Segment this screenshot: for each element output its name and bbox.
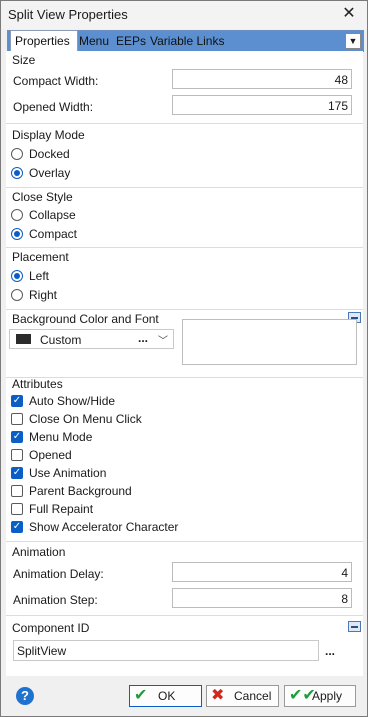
checkbox-show-accelerator-character-label: Show Accelerator Character	[29, 520, 179, 534]
radio-right[interactable]	[11, 289, 23, 301]
checkbox-parent-background-label: Parent Background	[29, 484, 132, 498]
checkbox-use-animation-label: Use Animation	[29, 466, 107, 480]
animation-heading: Animation	[12, 545, 66, 559]
divider	[6, 187, 363, 188]
compact-width-input[interactable]: 48	[172, 69, 352, 89]
cancel-button[interactable]: ✖ Cancel	[206, 685, 279, 707]
apply-button-label: Apply	[312, 689, 343, 703]
ok-button-label: OK	[158, 689, 176, 703]
cancel-x-icon: ✖	[211, 687, 225, 704]
radio-collapse[interactable]	[11, 209, 23, 221]
animation-step-label: Animation Step:	[13, 593, 98, 607]
divider	[6, 247, 363, 248]
background-color-combo[interactable]: Custom ... ﹀	[9, 329, 174, 349]
tab-list-dropdown-icon[interactable]: ▼	[345, 33, 361, 49]
radio-collapse-label: Collapse	[29, 208, 76, 222]
checkbox-opened-label: Opened	[29, 448, 72, 462]
checkmark-icon: ✔	[134, 687, 148, 704]
title-bar: Split View Properties ✕	[1, 1, 367, 29]
radio-docked[interactable]	[11, 148, 23, 160]
tab-eeps[interactable]: EEPs	[112, 31, 146, 51]
cancel-button-label: Cancel	[234, 689, 272, 703]
background-heading: Background Color and Font	[12, 312, 159, 326]
ok-button[interactable]: ✔ OK	[129, 685, 202, 707]
divider	[6, 541, 363, 542]
checkbox-full-repaint-label: Full Repaint	[29, 502, 94, 516]
checkbox-use-animation[interactable]: ✓	[11, 467, 23, 479]
animation-step-input[interactable]: 8	[172, 588, 352, 608]
checkbox-auto-show-hide-label: Auto Show/Hide	[29, 394, 116, 408]
radio-docked-label: Docked	[29, 147, 70, 161]
component-id-heading: Component ID	[12, 621, 90, 635]
compact-width-label: Compact Width:	[13, 74, 99, 88]
radio-overlay[interactable]	[11, 167, 23, 179]
tab-strip: Properties Menu EEPs Variable Links ▼	[7, 30, 364, 53]
close-icon[interactable]: ✕	[339, 4, 359, 24]
checkbox-close-on-menu-click-label: Close On Menu Click	[29, 412, 142, 426]
animation-delay-label: Animation Delay:	[13, 567, 104, 581]
animation-delay-input[interactable]: 4	[172, 562, 352, 582]
tab-variable-links[interactable]: Variable Links	[146, 31, 224, 51]
opened-width-label: Opened Width:	[13, 100, 94, 114]
checkbox-full-repaint[interactable]	[11, 503, 23, 515]
background-color-value: Custom	[40, 333, 82, 347]
component-id-browse-button[interactable]: ...	[325, 644, 335, 658]
close-style-heading: Close Style	[12, 190, 73, 204]
color-browse-button[interactable]: ...	[138, 331, 148, 345]
radio-compact[interactable]	[11, 228, 23, 240]
placement-heading: Placement	[12, 250, 69, 264]
radio-overlay-label: Overlay	[29, 166, 71, 180]
size-heading: Size	[12, 53, 36, 67]
tab-menu[interactable]: Menu	[75, 31, 109, 51]
divider	[6, 615, 363, 616]
radio-compact-label: Compact	[29, 227, 78, 241]
color-swatch	[16, 334, 31, 344]
properties-panel: Size Compact Width: 48 Opened Width: 175…	[6, 51, 363, 676]
chevron-down-icon[interactable]: ﹀	[158, 332, 168, 347]
window-title: Split View Properties	[8, 7, 128, 22]
checkbox-opened[interactable]	[11, 449, 23, 461]
checkbox-close-on-menu-click[interactable]	[11, 413, 23, 425]
font-preview-box	[182, 319, 357, 365]
component-id-input[interactable]: SplitView	[13, 640, 319, 661]
checkbox-parent-background[interactable]	[11, 485, 23, 497]
tab-properties[interactable]: Properties	[10, 30, 78, 53]
radio-left-label: Left	[29, 269, 50, 283]
attributes-heading: Attributes	[12, 377, 63, 391]
divider	[6, 309, 363, 310]
help-icon[interactable]: ?	[16, 687, 34, 705]
radio-left[interactable]	[11, 270, 23, 282]
checkbox-menu-mode-label: Menu Mode	[29, 430, 93, 444]
checkbox-show-accelerator-character[interactable]: ✓	[11, 521, 23, 533]
collapse-component-id-button[interactable]	[348, 621, 361, 632]
checkbox-menu-mode[interactable]: ✓	[11, 431, 23, 443]
opened-width-input[interactable]: 175	[172, 95, 352, 115]
radio-right-label: Right	[29, 288, 58, 302]
apply-button[interactable]: ✔✔ Apply	[284, 685, 356, 707]
divider	[6, 123, 363, 124]
checkbox-auto-show-hide[interactable]: ✓	[11, 395, 23, 407]
display-mode-heading: Display Mode	[12, 128, 85, 142]
